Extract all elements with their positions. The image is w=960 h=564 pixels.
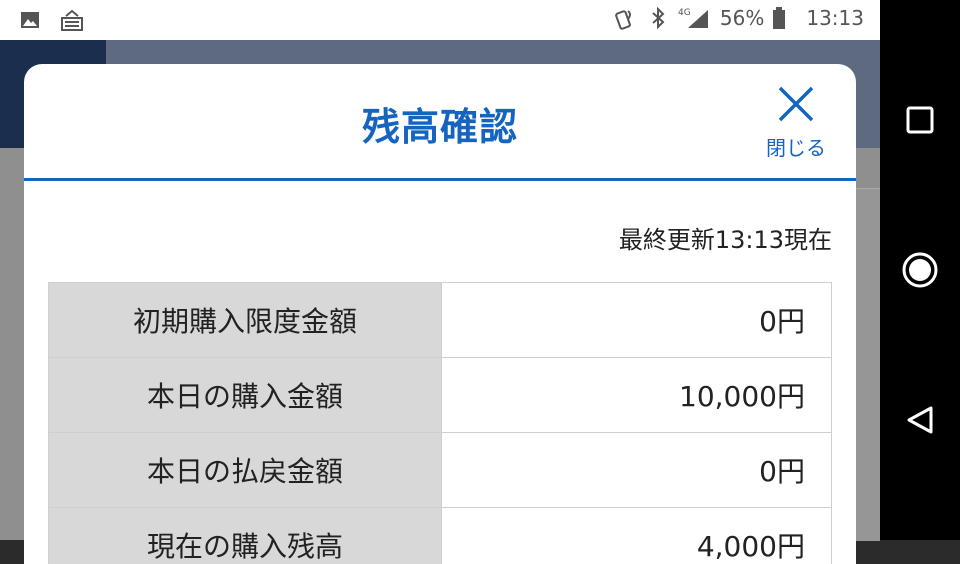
recents-button[interactable]	[880, 90, 960, 150]
row-label: 現在の購入残高	[49, 508, 442, 564]
background-list	[856, 188, 880, 541]
svg-text:4G: 4G	[678, 8, 691, 18]
row-value: 0円	[442, 283, 832, 358]
status-bar: 4G 56% 13:13	[0, 0, 880, 40]
table-row: 初期購入限度金額 0円	[49, 283, 832, 358]
image-icon	[18, 8, 42, 32]
balance-dialog: 残高確認 閉じる 最終更新13:13現在 初期購入限度金額 0円 本日の購入金額…	[24, 64, 856, 564]
last-updated: 最終更新13:13現在	[619, 220, 832, 255]
back-button[interactable]	[880, 390, 960, 450]
close-icon[interactable]	[776, 84, 816, 128]
dialog-title: 残高確認	[24, 96, 856, 151]
row-value: 10,000円	[442, 358, 832, 433]
row-label: 初期購入限度金額	[49, 283, 442, 358]
square-icon[interactable]	[905, 105, 935, 135]
home-button[interactable]	[880, 240, 960, 300]
battery-percent: 56%	[720, 6, 764, 30]
close-label[interactable]: 閉じる	[766, 132, 826, 161]
row-label: 本日の払戻金額	[49, 433, 442, 508]
signal-icon: 4G	[678, 6, 712, 30]
keyboard-icon	[60, 8, 84, 32]
circle-icon[interactable]	[900, 250, 940, 290]
table-row: 本日の払戻金額 0円	[49, 433, 832, 508]
navigation-bar	[880, 0, 960, 540]
triangle-back-icon[interactable]	[904, 404, 936, 436]
clock: 13:13	[806, 6, 864, 30]
table-row: 本日の購入金額 10,000円	[49, 358, 832, 433]
table-row: 現在の購入残高 4,000円	[49, 508, 832, 564]
nfc-icon	[614, 6, 638, 30]
battery-icon	[772, 6, 786, 30]
dialog-header: 残高確認 閉じる	[24, 64, 856, 181]
balance-table: 初期購入限度金額 0円 本日の購入金額 10,000円 本日の払戻金額 0円 現…	[48, 282, 832, 564]
row-label: 本日の購入金額	[49, 358, 442, 433]
close-button[interactable]: 閉じる	[760, 84, 832, 162]
bluetooth-icon	[646, 6, 670, 30]
row-value: 0円	[442, 433, 832, 508]
row-value: 4,000円	[442, 508, 832, 564]
